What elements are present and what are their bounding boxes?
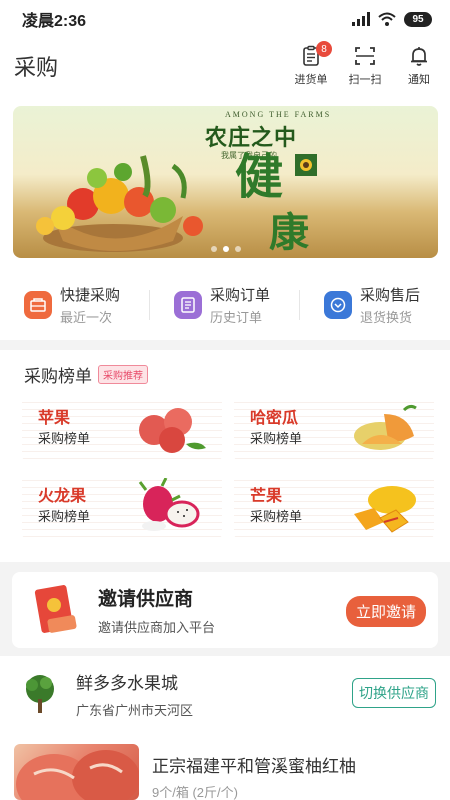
ranking-item-sub: 采购榜单 <box>250 509 303 524</box>
battery-icon: 95 <box>404 11 432 27</box>
tree-icon <box>26 675 54 713</box>
banner-big-char-2: 康 <box>269 210 309 255</box>
invite-subtitle: 邀请供应商加入平台 <box>98 620 216 635</box>
dragonfruit-icon <box>138 478 200 531</box>
product-spec: 9个/箱 (2斤/个) <box>152 785 238 800</box>
page-title: 采购 <box>14 55 59 80</box>
quick-purchase-sub: 最近一次 <box>60 310 113 325</box>
red-envelope-icon <box>34 585 77 633</box>
apple-icon <box>139 408 206 453</box>
scan-label: 扫一扫 <box>348 74 382 86</box>
ranking-item-name: 芒果 <box>250 488 283 505</box>
fruit-basket-image <box>36 155 203 252</box>
mango-icon <box>354 486 416 533</box>
promo-banner[interactable]: AMONG THE FARMS 农庄之中 我属了我自己的 健 康 <box>13 106 438 258</box>
signal-icon <box>352 12 370 26</box>
quick-purchase-title: 快捷采购 <box>60 287 121 304</box>
invite-now-button[interactable]: 立即邀请 <box>345 596 426 627</box>
order-icon <box>174 291 202 319</box>
product-list-item[interactable]: 正宗福建平和管溪蜜柚红柚 9个/箱 (2斤/个) <box>0 732 450 800</box>
notification-label: 通知 <box>408 74 430 86</box>
ranking-tag: 采购推荐 <box>98 365 148 384</box>
ranking-item-melon[interactable]: 哈密瓜 采购榜单 <box>234 396 434 460</box>
banner-english-text: AMONG THE FARMS <box>225 110 332 119</box>
scan-button[interactable]: 扫一扫 <box>348 45 382 87</box>
ranking-item-sub: 采购榜单 <box>250 431 303 446</box>
ranking-grid: 苹果 采购榜单 哈密瓜 采购榜单 火龙果 采购榜单 芒果 采购榜单 <box>22 396 440 538</box>
banner-section: AMONG THE FARMS 农庄之中 我属了我自己的 健 康 <box>0 94 450 270</box>
banner-dot[interactable] <box>234 246 241 252</box>
purchase-ranking-section: 采购榜单 采购推荐 苹果 采购榜单 哈密瓜 采购榜单 火龙果 采购榜单 芒果 采… <box>0 350 450 562</box>
ranking-item-sub: 采购榜单 <box>38 509 91 524</box>
ranking-header: 采购榜单 采购推荐 <box>24 362 148 387</box>
purchase-list-button[interactable]: 8 进货单 <box>294 41 332 87</box>
after-sales-icon <box>324 291 352 319</box>
after-sales-sub: 退货换货 <box>360 310 413 325</box>
product-name: 正宗福建平和管溪蜜柚红柚 <box>152 757 356 776</box>
after-sales-button[interactable]: 采购售后 退货换货 <box>300 284 450 326</box>
supplier-name: 鲜多多水果城 <box>76 674 178 693</box>
banner-dot[interactable] <box>210 246 217 252</box>
purchase-orders-sub: 历史订单 <box>210 310 263 325</box>
ranking-item-name: 火龙果 <box>38 488 87 505</box>
supplier-address: 广东省广州市天河区 <box>76 703 194 718</box>
invite-supplier-card: 邀请供应商 邀请供应商加入平台 立即邀请 <box>12 572 438 648</box>
banner-dot-active[interactable] <box>222 246 229 252</box>
banner-pager <box>210 246 241 252</box>
melon-icon <box>354 404 417 450</box>
purchase-list-badge: 8 <box>316 41 332 57</box>
banner-title: 农庄之中 <box>205 125 298 150</box>
sunflower-icon <box>295 154 317 176</box>
ranking-item-apple[interactable]: 苹果 采购榜单 <box>22 396 222 460</box>
status-bar: 凌晨2:36 95 <box>0 0 450 38</box>
status-icons: 95 <box>352 11 432 27</box>
ranking-item-name: 哈密瓜 <box>250 410 299 427</box>
quick-actions: 快捷采购 最近一次 采购订单 历史订单 采购售后 退货换货 <box>0 270 450 340</box>
purchase-orders-title: 采购订单 <box>210 287 271 304</box>
invite-title: 邀请供应商 <box>98 589 194 610</box>
app-header: 采购 8 进货单 扫一扫 通知 <box>0 38 450 94</box>
ranking-title: 采购榜单 <box>24 367 92 386</box>
ranking-item-name: 苹果 <box>38 410 71 427</box>
quick-purchase-button[interactable]: 快捷采购 最近一次 <box>0 284 150 326</box>
quick-purchase-icon <box>24 291 52 319</box>
ranking-item-mango[interactable]: 芒果 采购榜单 <box>234 474 434 538</box>
supplier-card: 鲜多多水果城 广东省广州市天河区 切换供应商 <box>0 656 450 732</box>
after-sales-title: 采购售后 <box>360 287 421 304</box>
ranking-item-sub: 采购榜单 <box>38 431 91 446</box>
scan-icon <box>355 47 375 65</box>
status-time: 凌晨2:36 <box>22 13 87 30</box>
switch-supplier-button[interactable]: 切换供应商 <box>352 678 436 708</box>
banner-big-char-1: 健 <box>235 151 284 204</box>
bell-icon <box>411 47 427 66</box>
ranking-item-dragonfruit[interactable]: 火龙果 采购榜单 <box>22 474 222 538</box>
purchase-list-label: 进货单 <box>294 74 328 86</box>
product-image <box>14 744 139 800</box>
notification-button[interactable]: 通知 <box>402 45 436 87</box>
wifi-icon <box>378 12 396 26</box>
purchase-orders-button[interactable]: 采购订单 历史订单 <box>150 284 300 326</box>
header-actions: 8 进货单 扫一扫 通知 <box>294 41 436 87</box>
